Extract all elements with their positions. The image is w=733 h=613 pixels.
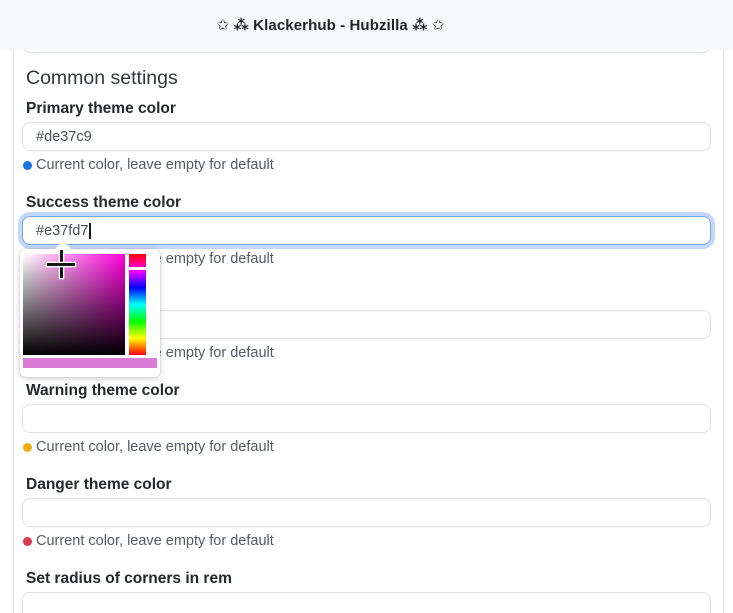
field-label-success: Success theme color <box>26 194 723 211</box>
corner-radius-input[interactable] <box>22 592 711 613</box>
color-picker-popup <box>20 249 160 377</box>
danger-color-input[interactable] <box>22 498 711 527</box>
page-header: ✩ ⁂ Klackerhub - Hubzilla ⁂ ✩ <box>0 0 733 50</box>
settings-page: Common settings Primary theme color #de3… <box>0 0 733 613</box>
danger-current-color-dot <box>23 537 32 546</box>
warning-help-text: Current color, leave empty for default <box>36 439 274 455</box>
hue-slider-indicator[interactable] <box>129 267 146 270</box>
saturation-value-square[interactable] <box>23 254 125 355</box>
crosshair-marker-icon[interactable] <box>47 250 75 278</box>
success-color-value: #e37fd7 <box>36 223 88 239</box>
warning-color-input[interactable] <box>22 404 711 433</box>
text-caret <box>89 223 91 239</box>
success-color-input[interactable]: #e37fd7 <box>22 216 711 245</box>
page-title: ✩ ⁂ Klackerhub - Hubzilla ⁂ ✩ <box>217 16 445 34</box>
primary-color-help: Current color, leave empty for default <box>23 157 723 173</box>
field-label-corner-radius: Set radius of corners in rem <box>26 570 723 587</box>
field-label-warning: Warning theme color <box>26 382 723 399</box>
primary-help-text: Current color, leave empty for default <box>36 157 274 173</box>
danger-color-help: Current color, leave empty for default <box>23 533 723 549</box>
color-preview-bar[interactable] <box>23 358 157 368</box>
primary-color-input[interactable]: #de37c9 <box>22 122 711 151</box>
danger-help-text: Current color, leave empty for default <box>36 533 274 549</box>
primary-color-value: #de37c9 <box>36 129 92 145</box>
section-heading: Common settings <box>26 66 723 90</box>
field-label-primary: Primary theme color <box>26 100 723 117</box>
hue-slider[interactable] <box>129 254 146 355</box>
primary-current-color-dot <box>23 161 32 170</box>
field-label-danger: Danger theme color <box>26 476 723 493</box>
warning-color-help: Current color, leave empty for default <box>23 439 723 455</box>
warning-current-color-dot <box>23 443 32 452</box>
